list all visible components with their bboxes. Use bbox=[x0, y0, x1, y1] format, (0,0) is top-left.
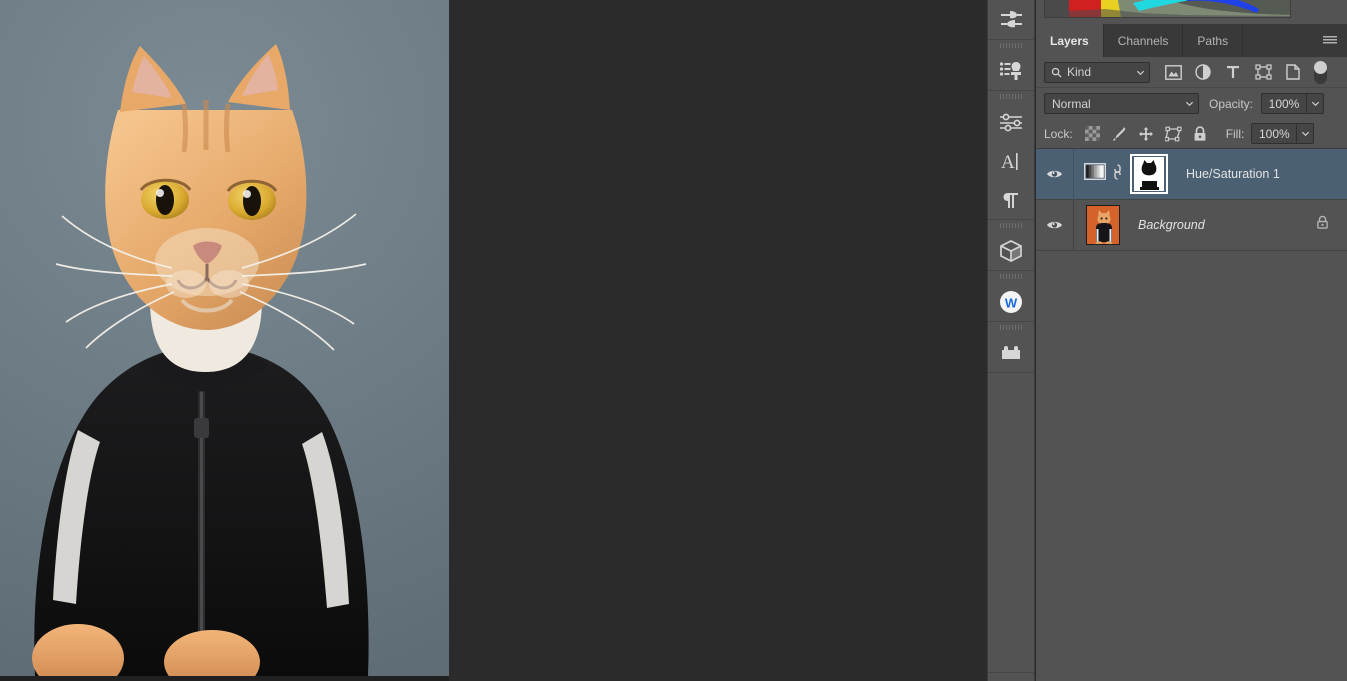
wacom-icon[interactable]: W bbox=[988, 282, 1034, 321]
lock-label: Lock: bbox=[1044, 126, 1073, 141]
histogram-curve bbox=[1069, 0, 1290, 17]
photoshop-window: A W Layers Channels Paths Kind Normal Op… bbox=[0, 0, 1347, 681]
rail-group-adjustments-type: A bbox=[988, 91, 1034, 220]
tab-layers[interactable]: Layers bbox=[1036, 24, 1104, 57]
blend-mode-select[interactable]: Normal bbox=[1044, 93, 1199, 114]
mask-selection-frame bbox=[1130, 154, 1168, 194]
fill-label: Fill: bbox=[1225, 126, 1245, 141]
canvas-bottom-edge bbox=[0, 676, 449, 681]
panel-drag-grip[interactable] bbox=[988, 220, 1034, 231]
rail-group-brush-settings bbox=[988, 0, 1034, 40]
opacity-label: Opacity: bbox=[1209, 96, 1254, 111]
lock-artboard-nesting-icon[interactable] bbox=[1160, 122, 1187, 146]
filter-kind-select[interactable]: Kind bbox=[1044, 61, 1150, 83]
chevron-down-icon bbox=[1136, 70, 1145, 75]
character-icon[interactable]: A bbox=[988, 141, 1034, 180]
3d-icon[interactable] bbox=[988, 231, 1034, 270]
opacity-stepper[interactable] bbox=[1307, 93, 1325, 114]
eye-icon bbox=[1046, 170, 1063, 178]
layer-filter-row: Kind bbox=[1036, 57, 1347, 88]
panel-drag-grip[interactable] bbox=[988, 91, 1034, 102]
svg-text:W: W bbox=[1005, 295, 1018, 310]
table-row[interactable]: Background bbox=[1036, 199, 1347, 251]
panel-tab-strip: Layers Channels Paths bbox=[1036, 24, 1347, 57]
layers-panel-group: Layers Channels Paths Kind Normal Opacit… bbox=[1036, 24, 1347, 681]
table-row[interactable]: Hue/Saturation 1 bbox=[1036, 148, 1347, 200]
cat-photo bbox=[32, 44, 369, 676]
layer-list: Hue/Saturation 1 Background bbox=[1036, 148, 1347, 624]
lock-image-pixels-icon[interactable] bbox=[1106, 122, 1133, 146]
lock-buttons bbox=[1079, 122, 1214, 146]
histogram-graph bbox=[1044, 0, 1291, 18]
layer-type-filters bbox=[1158, 60, 1327, 84]
filter-smartobject-icon[interactable] bbox=[1278, 60, 1308, 84]
panel-drag-grip[interactable] bbox=[988, 40, 1034, 51]
chevron-down-icon bbox=[1311, 101, 1319, 107]
layer-mask-thumbnail[interactable] bbox=[1130, 154, 1168, 194]
rail-group-empty bbox=[988, 373, 1034, 673]
filter-shape-icon[interactable] bbox=[1248, 60, 1278, 84]
filter-kind-label: Kind bbox=[1067, 65, 1092, 79]
eye-icon bbox=[1046, 221, 1063, 229]
workspace bbox=[0, 0, 965, 681]
tab-layers-label: Layers bbox=[1050, 33, 1089, 48]
lock-transparent-pixels-icon[interactable] bbox=[1079, 122, 1106, 146]
paragraph-icon[interactable] bbox=[988, 180, 1034, 219]
tab-paths[interactable]: Paths bbox=[1183, 24, 1244, 57]
layers-panel-body: Kind Normal Opacity: 100% Lock: Fill: 10… bbox=[1036, 57, 1347, 681]
filter-type-icon[interactable] bbox=[1218, 60, 1248, 84]
panel-drag-grip[interactable] bbox=[988, 271, 1034, 282]
search-icon bbox=[1051, 67, 1062, 78]
opacity-value: 100% bbox=[1268, 96, 1300, 111]
right-panel-dock: Layers Channels Paths Kind Normal Opacit… bbox=[1036, 0, 1347, 681]
chevron-down-icon bbox=[1185, 101, 1194, 107]
layer-visibility-toggle[interactable] bbox=[1036, 199, 1074, 251]
fill-input[interactable]: 100% bbox=[1251, 123, 1298, 144]
layer-list-empty-area bbox=[1036, 251, 1347, 624]
lock-fill-row: Lock: Fill: 100% bbox=[1036, 119, 1347, 149]
panel-drag-grip[interactable] bbox=[988, 322, 1034, 333]
chevron-down-icon bbox=[1301, 131, 1309, 137]
document-canvas[interactable] bbox=[0, 0, 449, 676]
fill-value: 100% bbox=[1259, 126, 1290, 141]
rail-group-clone-source bbox=[988, 40, 1034, 91]
layer-visibility-toggle[interactable] bbox=[1036, 148, 1074, 200]
rail-group-libraries bbox=[988, 322, 1034, 373]
layer-filter-toggle[interactable] bbox=[1314, 60, 1327, 84]
adjustments-icon[interactable] bbox=[988, 102, 1034, 141]
opacity-input[interactable]: 100% bbox=[1261, 93, 1308, 114]
hue-saturation-gradient-icon[interactable] bbox=[1083, 162, 1107, 185]
layer-name: Background bbox=[1138, 218, 1205, 232]
fill-stepper[interactable] bbox=[1297, 123, 1315, 144]
collapsed-panel-rail: A W bbox=[987, 0, 1035, 681]
tab-channels-label: Channels bbox=[1117, 33, 1169, 48]
layer-mask-link-icon[interactable] bbox=[1112, 162, 1123, 187]
tab-channels[interactable]: Channels bbox=[1104, 24, 1184, 57]
tab-paths-label: Paths bbox=[1197, 33, 1229, 48]
histogram-panel bbox=[1036, 0, 1347, 24]
svg-text:A: A bbox=[1001, 152, 1015, 172]
hamburger-menu-icon[interactable] bbox=[1319, 24, 1341, 57]
layer-name: Hue/Saturation 1 bbox=[1186, 167, 1280, 181]
rail-group-wacom: W bbox=[988, 271, 1034, 322]
filter-pixel-icon[interactable] bbox=[1158, 60, 1188, 84]
filter-adjustment-icon[interactable] bbox=[1188, 60, 1218, 84]
clone-source-icon[interactable] bbox=[988, 51, 1034, 90]
lock-position-icon[interactable] bbox=[1133, 122, 1160, 146]
blend-opacity-row: Normal Opacity: 100% bbox=[1036, 88, 1347, 119]
rail-group-3d bbox=[988, 220, 1034, 271]
lock-all-icon[interactable] bbox=[1187, 122, 1214, 146]
libraries-icon[interactable] bbox=[988, 333, 1034, 372]
brush-settings-icon[interactable] bbox=[988, 0, 1034, 39]
blend-mode-value: Normal bbox=[1052, 96, 1091, 111]
layer-locked-icon[interactable] bbox=[1316, 215, 1329, 236]
cat-photo-thumbnail[interactable] bbox=[1086, 205, 1120, 245]
